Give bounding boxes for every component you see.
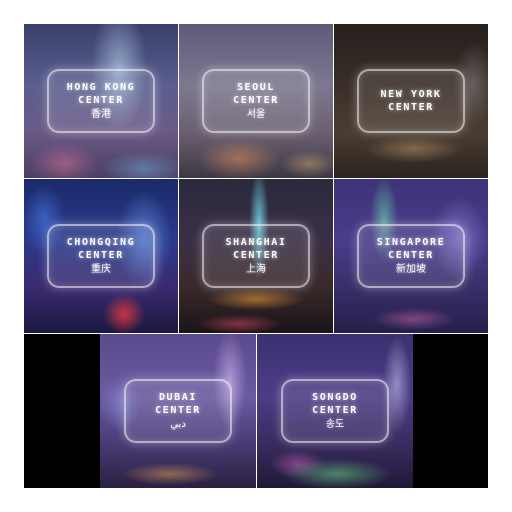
tile-seoul[interactable]: SEOUL CENTER 서울 bbox=[179, 24, 333, 178]
tile-subtitle: CENTER bbox=[388, 249, 434, 261]
seoul-center-button[interactable]: SEOUL CENTER 서울 bbox=[202, 69, 310, 133]
tile-native-name: 서울 bbox=[246, 108, 266, 120]
tile-songdo[interactable]: SONGDO CENTER 송도 bbox=[257, 334, 413, 488]
dubai-center-button[interactable]: DUBAI CENTER دبي bbox=[124, 379, 232, 443]
city-center-grid: HONG KONG CENTER 香港 SEOUL CENTER 서울 NEW … bbox=[24, 24, 488, 488]
tile-subtitle: CENTER bbox=[233, 94, 279, 106]
new-york-center-button[interactable]: NEW YORK CENTER bbox=[357, 69, 465, 133]
tile-dubai[interactable]: DUBAI CENTER دبي bbox=[100, 334, 256, 488]
tile-singapore[interactable]: SINGAPORE CENTER 新加坡 bbox=[334, 179, 488, 333]
tile-hong-kong[interactable]: HONG KONG CENTER 香港 bbox=[24, 24, 178, 178]
tile-title: SHANGHAI bbox=[225, 236, 287, 248]
tile-subtitle: CENTER bbox=[78, 94, 124, 106]
shanghai-center-button[interactable]: SHANGHAI CENTER 上海 bbox=[202, 224, 310, 288]
tile-native-name: 송도 bbox=[325, 418, 345, 430]
tile-title: CHONGQING bbox=[66, 236, 136, 248]
tile-title: SINGAPORE bbox=[376, 236, 446, 248]
tile-title: HONG KONG bbox=[66, 81, 136, 93]
tile-native-name: دبي bbox=[170, 418, 186, 430]
tile-new-york[interactable]: NEW YORK CENTER bbox=[334, 24, 488, 178]
tile-native-name: 香港 bbox=[91, 108, 111, 120]
tile-title: NEW YORK bbox=[380, 89, 442, 100]
black-filler bbox=[24, 334, 100, 488]
tile-subtitle: CENTER bbox=[155, 404, 201, 416]
tile-title: SONGDO bbox=[312, 391, 358, 403]
tile-native-name: 上海 bbox=[246, 263, 266, 275]
tile-title: SEOUL bbox=[236, 81, 276, 93]
songdo-center-button[interactable]: SONGDO CENTER 송도 bbox=[281, 379, 389, 443]
singapore-center-button[interactable]: SINGAPORE CENTER 新加坡 bbox=[357, 224, 465, 288]
tile-title: DUBAI bbox=[158, 391, 198, 403]
hong-kong-center-button[interactable]: HONG KONG CENTER 香港 bbox=[47, 69, 155, 133]
tile-subtitle: CENTER bbox=[388, 102, 434, 113]
tile-subtitle: CENTER bbox=[312, 404, 358, 416]
chongqing-center-button[interactable]: CHONGQING CENTER 重庆 bbox=[47, 224, 155, 288]
tile-subtitle: CENTER bbox=[78, 249, 124, 261]
tile-native-name: 新加坡 bbox=[396, 263, 426, 275]
tile-native-name: 重庆 bbox=[91, 263, 111, 275]
tile-shanghai[interactable]: SHANGHAI CENTER 上海 bbox=[179, 179, 333, 333]
black-filler bbox=[413, 334, 488, 488]
tile-subtitle: CENTER bbox=[233, 249, 279, 261]
tile-chongqing[interactable]: CHONGQING CENTER 重庆 bbox=[24, 179, 178, 333]
